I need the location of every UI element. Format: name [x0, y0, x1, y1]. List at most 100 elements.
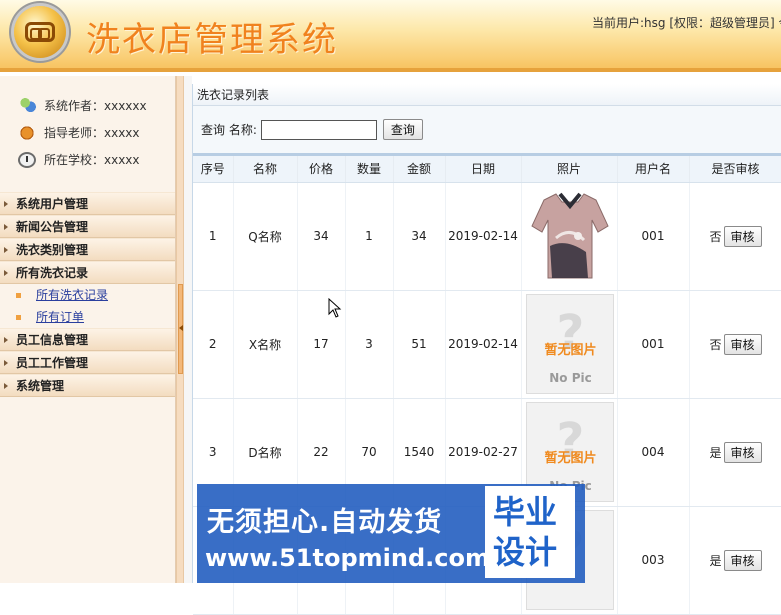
- no-pic-placeholder: ? 暂无图片 No Pic: [525, 294, 614, 394]
- bullet-icon: [16, 315, 21, 320]
- cell-approved: 否审核: [689, 182, 781, 291]
- panel-title: 洗衣记录列表: [193, 84, 781, 106]
- cell-price: 34: [297, 182, 346, 291]
- info-author-text: 系统作者：xxxxxx: [44, 99, 147, 113]
- teacher-icon: [18, 124, 36, 141]
- sidebar-splitter[interactable]: [176, 76, 184, 583]
- arrow-right-icon: [4, 224, 8, 230]
- collapse-handle-icon[interactable]: [178, 284, 183, 374]
- col-no: 序号: [193, 156, 234, 183]
- info-school-text: 所在学校：xxxxx: [44, 153, 140, 167]
- info-author: 系统作者：xxxxxx: [18, 92, 175, 119]
- col-date: 日期: [445, 156, 522, 183]
- watermark-badge: 毕业设计: [485, 486, 575, 578]
- arrow-right-icon: [4, 201, 8, 207]
- page-gutter: [184, 76, 192, 583]
- approve-button[interactable]: 审核: [723, 549, 762, 571]
- shirt-photo: [525, 186, 614, 286]
- approved-status: 否: [709, 337, 722, 352]
- col-name: 名称: [233, 156, 298, 183]
- watermark-banner: 无须担心.自动发货 www.51topmind.com 毕业设计: [197, 484, 585, 583]
- table-header: 序号 名称 价格 数量 金额 日期 照片 用户名 是否审核: [193, 156, 781, 183]
- search-label: 查询 名称:: [201, 123, 257, 137]
- approve-button[interactable]: 审核: [723, 225, 762, 247]
- cell-amount: 51: [393, 290, 446, 399]
- menu-laundry-categories[interactable]: 洗衣类别管理: [0, 238, 175, 261]
- cell-no: 2: [193, 290, 234, 399]
- arrow-right-icon: [4, 270, 8, 276]
- menu-staff-info[interactable]: 员工信息管理: [0, 328, 175, 351]
- cell-amount: 34: [393, 182, 446, 291]
- menu-staff-work[interactable]: 员工工作管理: [0, 351, 175, 374]
- approve-button[interactable]: 审核: [723, 441, 762, 463]
- col-amount: 金额: [393, 156, 446, 183]
- table-row: 2 X名称 17 3 51 2019-02-14 ? 暂无图片 No Pic 0…: [193, 290, 781, 399]
- arrow-right-icon: [4, 360, 8, 366]
- col-approved: 是否审核: [689, 156, 781, 183]
- logo-icon: [14, 6, 66, 58]
- search-input[interactable]: [260, 119, 377, 140]
- info-school: 所在学校：xxxxx: [18, 146, 175, 173]
- cell-date: 2019-02-14: [445, 182, 522, 291]
- cell-photo: [521, 182, 618, 291]
- users-icon: [18, 97, 36, 114]
- approved-status: 是: [709, 445, 722, 460]
- arrow-right-icon: [4, 247, 8, 253]
- menu-laundry-records[interactable]: 所有洗衣记录: [0, 261, 175, 284]
- sidebar: 系统作者：xxxxxx 指导老师：xxxxx 所在学校：xxxxx 系统用户管理…: [0, 76, 176, 583]
- cell-name: X名称: [233, 290, 298, 399]
- info-teacher-text: 指导老师：xxxxx: [44, 126, 140, 140]
- menu-label: 洗衣类别管理: [16, 243, 89, 257]
- menu-system-admin[interactable]: 系统管理: [0, 374, 175, 397]
- submenu-label: 所有订单: [36, 310, 85, 324]
- menu-label: 系统管理: [16, 379, 65, 393]
- cell-date: 2019-02-14: [445, 290, 522, 399]
- watermark-line1: 无须担心.自动发货: [207, 507, 443, 538]
- nopic-cn-text: 暂无图片: [544, 451, 597, 466]
- cell-qty: 1: [345, 182, 394, 291]
- watermark-badge-text: 毕业设计: [493, 493, 558, 571]
- cell-user: 001: [617, 290, 690, 399]
- approve-button[interactable]: 审核: [723, 333, 762, 355]
- menu-label: 员工工作管理: [16, 356, 89, 370]
- menu-label: 新闻公告管理: [16, 220, 89, 234]
- submenu-all-orders[interactable]: 所有订单: [0, 306, 175, 328]
- cell-qty: 3: [345, 290, 394, 399]
- arrow-right-icon: [4, 383, 8, 389]
- search-button[interactable]: 查询: [382, 119, 423, 140]
- info-teacher: 指导老师：xxxxx: [18, 119, 175, 146]
- watermark-line2: www.51topmind.com: [205, 544, 490, 572]
- menu-label: 系统用户管理: [16, 197, 89, 211]
- nopic-en-text: No Pic: [549, 371, 592, 385]
- cell-approved: 是审核: [689, 398, 781, 507]
- app-title: 洗衣店管理系统: [86, 20, 338, 60]
- author-info: 系统作者：xxxxxx 指导老师：xxxxx 所在学校：xxxxx: [0, 76, 175, 192]
- cell-no: 1: [193, 182, 234, 291]
- col-user: 用户名: [617, 156, 690, 183]
- approved-status: 是: [709, 553, 722, 568]
- approved-status: 否: [709, 229, 722, 244]
- submenu-all-records[interactable]: 所有洗衣记录: [0, 284, 175, 306]
- menu-label: 所有洗衣记录: [16, 266, 89, 280]
- cell-photo: ? 暂无图片 No Pic: [521, 290, 618, 399]
- col-photo: 照片: [521, 156, 618, 183]
- cell-name: Q名称: [233, 182, 298, 291]
- cell-user: 001: [617, 182, 690, 291]
- col-qty: 数量: [345, 156, 394, 183]
- cell-approved: 是审核: [689, 506, 781, 615]
- cell-approved: 否审核: [689, 290, 781, 399]
- search-bar: 查询 名称: 查询: [193, 106, 781, 156]
- bullet-icon: [16, 293, 21, 298]
- menu-label: 员工信息管理: [16, 333, 89, 347]
- submenu-label: 所有洗衣记录: [36, 288, 109, 302]
- cell-user: 004: [617, 398, 690, 507]
- arrow-right-icon: [4, 337, 8, 343]
- col-price: 价格: [297, 156, 346, 183]
- nopic-cn-text: 暂无图片: [544, 343, 597, 358]
- menu-system-users[interactable]: 系统用户管理: [0, 192, 175, 215]
- current-user-info: 当前用户:hsg [权限：超级管理员] 今: [592, 16, 781, 30]
- menu-news[interactable]: 新闻公告管理: [0, 215, 175, 238]
- mouse-cursor-icon: [328, 298, 342, 318]
- cell-user: 003: [617, 506, 690, 615]
- app-header: 洗衣店管理系统 当前用户:hsg [权限：超级管理员] 今: [0, 0, 781, 72]
